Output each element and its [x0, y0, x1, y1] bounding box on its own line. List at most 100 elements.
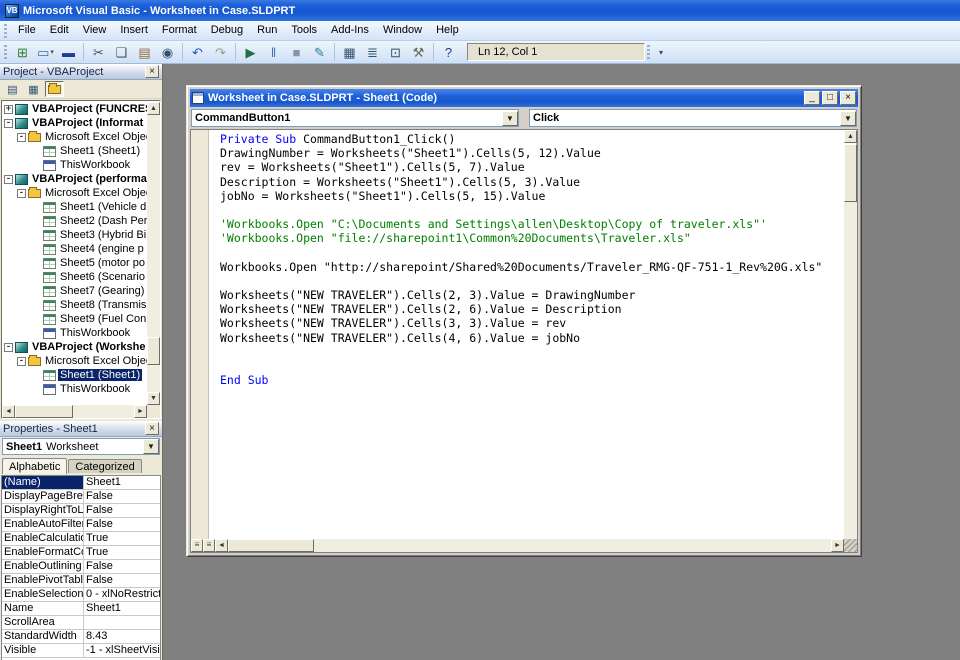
- tree-item-label[interactable]: Sheet3 (Hybrid Bi: [58, 229, 147, 241]
- project-panel-titlebar[interactable]: Project - VBAProject ×: [0, 64, 162, 80]
- code-vertical-scrollbar[interactable]: ▲ ▼: [844, 130, 857, 539]
- code-editor[interactable]: Private Sub CommandButton1_Click() Drawin…: [190, 129, 858, 553]
- view-code-button[interactable]: ▤: [3, 81, 22, 97]
- save-button[interactable]: ▬: [57, 42, 80, 63]
- view-solidworks-button[interactable]: ⊞: [11, 42, 34, 63]
- property-row[interactable]: (Name) Sheet1: [2, 476, 160, 490]
- object-browser-button[interactable]: ⊡: [384, 42, 407, 63]
- property-row[interactable]: Name Sheet1: [2, 602, 160, 616]
- property-name[interactable]: EnableSelection: [2, 588, 84, 601]
- view-object-button[interactable]: ▦: [24, 81, 43, 97]
- scroll-right-icon[interactable]: ►: [134, 405, 147, 418]
- chevron-down-icon[interactable]: ▾: [50, 48, 54, 56]
- code-line[interactable]: 'Workbooks.Open "C:\Documents and Settin…: [220, 217, 843, 231]
- code-line[interactable]: Worksheets("NEW TRAVELER").Cells(2, 6).V…: [220, 302, 843, 316]
- tree-item[interactable]: - VBAProject (performa: [2, 172, 147, 186]
- tree-item[interactable]: - VBAProject (Workshe: [2, 340, 147, 354]
- code-line[interactable]: [220, 345, 843, 359]
- tree-item[interactable]: Sheet5 (motor po: [2, 256, 147, 270]
- property-name[interactable]: StandardWidth: [2, 630, 84, 643]
- run-button[interactable]: ▶: [239, 42, 262, 63]
- properties-panel-close-icon[interactable]: ×: [145, 422, 159, 435]
- collapse-icon[interactable]: -: [17, 188, 26, 198]
- menu-file[interactable]: File: [11, 22, 43, 39]
- toolbar-options-button[interactable]: ▾: [654, 43, 668, 61]
- tree-vertical-scrollbar[interactable]: ▲ ▼: [147, 102, 160, 405]
- tree-item-label[interactable]: Sheet1 (Sheet1): [58, 369, 143, 381]
- tree-item-label[interactable]: Sheet6 (Scenario: [58, 271, 147, 283]
- redo-button[interactable]: ↷: [209, 42, 232, 63]
- tree-item[interactable]: - VBAProject (Informat: [2, 116, 147, 130]
- tree-item[interactable]: Sheet4 (engine p: [2, 242, 147, 256]
- code-line[interactable]: [220, 203, 843, 217]
- toggle-folders-button[interactable]: [45, 81, 64, 97]
- property-value[interactable]: [84, 616, 160, 629]
- paste-button[interactable]: ▤: [133, 42, 156, 63]
- menu-tools[interactable]: Tools: [284, 22, 324, 39]
- menu-debug[interactable]: Debug: [204, 22, 250, 39]
- tree-item[interactable]: Sheet1 (Sheet1): [2, 144, 147, 158]
- collapse-icon[interactable]: -: [4, 118, 13, 128]
- tree-item[interactable]: - Microsoft Excel Objec: [2, 130, 147, 144]
- tree-item[interactable]: Sheet3 (Hybrid Bi: [2, 228, 147, 242]
- design-mode-button[interactable]: ✎: [308, 42, 331, 63]
- property-name[interactable]: DisplayRightToLef: [2, 504, 84, 517]
- property-value[interactable]: -1 - xlSheetVisib: [84, 644, 160, 657]
- tree-horizontal-scrollbar[interactable]: ◄ ►: [2, 405, 147, 418]
- object-dropdown-arrow-icon[interactable]: ▼: [502, 110, 518, 126]
- tree-item[interactable]: ThisWorkbook: [2, 326, 147, 340]
- tree-hscroll-track[interactable]: [73, 405, 134, 418]
- collapse-icon[interactable]: -: [4, 174, 13, 184]
- project-explorer-button[interactable]: ▦: [338, 42, 361, 63]
- property-value[interactable]: 8.43: [84, 630, 160, 643]
- tree-item-label[interactable]: Sheet1 (Sheet1): [58, 145, 142, 157]
- property-value[interactable]: False: [84, 490, 160, 503]
- code-line[interactable]: Worksheets("NEW TRAVELER").Cells(3, 3).V…: [220, 316, 843, 330]
- property-value[interactable]: False: [84, 560, 160, 573]
- menu-format[interactable]: Format: [155, 22, 204, 39]
- tree-item[interactable]: Sheet1 (Sheet1): [2, 368, 147, 382]
- tree-item[interactable]: ThisWorkbook: [2, 382, 147, 396]
- reset-button[interactable]: ■: [285, 42, 308, 63]
- property-row[interactable]: EnableAutoFilter False: [2, 518, 160, 532]
- object-selector[interactable]: Sheet1 Worksheet ▼: [2, 438, 160, 455]
- collapse-icon[interactable]: -: [17, 132, 26, 142]
- chevron-down-icon[interactable]: ▼: [143, 439, 159, 454]
- tree-item-label[interactable]: Microsoft Excel Objec: [43, 187, 147, 199]
- code-line[interactable]: End Sub: [220, 373, 843, 387]
- tree-item[interactable]: - Microsoft Excel Objec: [2, 354, 147, 368]
- procedure-dropdown[interactable]: Click ▼: [529, 109, 857, 127]
- tree-item[interactable]: ThisWorkbook: [2, 158, 147, 172]
- menu-addins[interactable]: Add-Ins: [324, 22, 376, 39]
- code-line[interactable]: Workbooks.Open "http://sharepoint/Shared…: [220, 260, 843, 274]
- menu-view[interactable]: View: [76, 22, 114, 39]
- tree-item-label[interactable]: Sheet5 (motor po: [58, 257, 147, 269]
- code-line[interactable]: [220, 274, 843, 288]
- property-row[interactable]: DisplayPageBreakFalse: [2, 490, 160, 504]
- property-row[interactable]: EnableCalculation True: [2, 532, 160, 546]
- copy-button[interactable]: ❏: [110, 42, 133, 63]
- tree-item-label[interactable]: Sheet8 (Transmis: [58, 299, 147, 311]
- property-name[interactable]: EnableCalculation: [2, 532, 84, 545]
- tree-item-label[interactable]: Sheet9 (Fuel Con: [58, 313, 147, 325]
- tree-item[interactable]: + VBAProject (FUNCRES: [2, 102, 147, 116]
- property-row[interactable]: EnableFormatConTrue: [2, 546, 160, 560]
- menu-help[interactable]: Help: [429, 22, 466, 39]
- insert-userform-button[interactable]: ▭ ▾: [34, 42, 57, 63]
- maximize-icon[interactable]: □: [822, 91, 838, 105]
- menu-run[interactable]: Run: [250, 22, 284, 39]
- properties-panel-titlebar[interactable]: Properties - Sheet1 ×: [0, 421, 162, 437]
- code-line[interactable]: DrawingNumber = Worksheets("Sheet1").Cel…: [220, 146, 843, 160]
- code-window-titlebar[interactable]: Worksheet in Case.SLDPRT - Sheet1 (Code)…: [190, 89, 858, 107]
- code-line[interactable]: [220, 246, 843, 260]
- tab-categorized[interactable]: Categorized: [68, 459, 142, 473]
- property-row[interactable]: StandardWidth 8.43: [2, 630, 160, 644]
- property-name[interactable]: EnableOutlining: [2, 560, 84, 573]
- property-name[interactable]: DisplayPageBreak: [2, 490, 84, 503]
- close-icon[interactable]: ×: [840, 91, 856, 105]
- tree-item[interactable]: - Microsoft Excel Objec: [2, 186, 147, 200]
- window-titlebar[interactable]: VB Microsoft Visual Basic - Worksheet in…: [0, 0, 960, 21]
- property-row[interactable]: DisplayRightToLef False: [2, 504, 160, 518]
- code-line[interactable]: 'Workbooks.Open "file://sharepoint1\Comm…: [220, 231, 843, 245]
- code-scroll-left-icon[interactable]: ◄: [215, 539, 228, 552]
